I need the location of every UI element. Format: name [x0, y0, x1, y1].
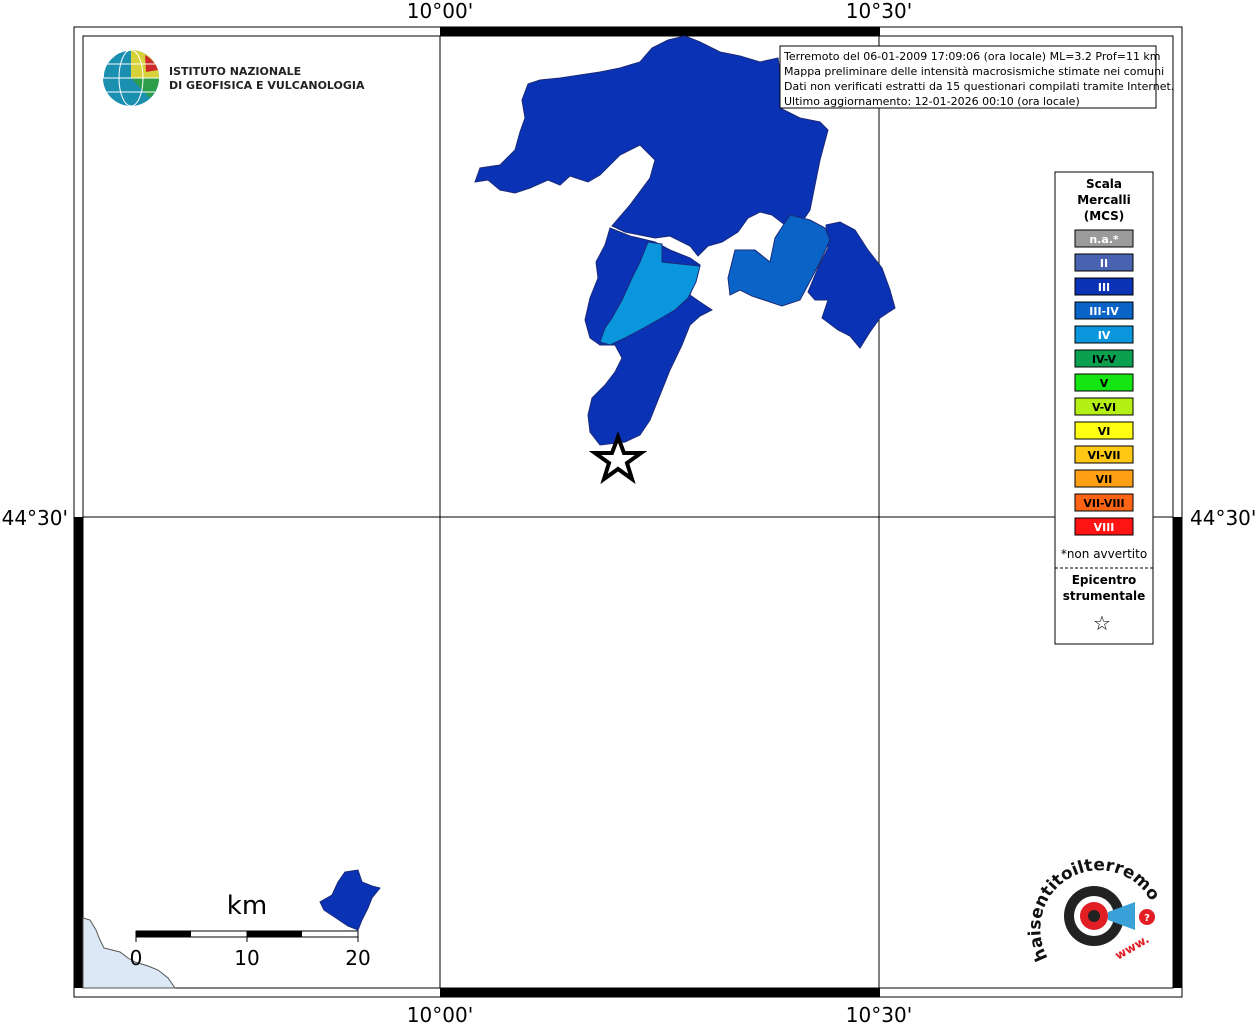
mcs-legend: Scala Mercalli (MCS) n.a.*IIIIIIII-IVIVI… — [1054, 171, 1154, 645]
legend-footnote: *non avvertito — [1061, 547, 1147, 561]
lat-label-right: 44°30' — [1190, 506, 1256, 530]
scale-bar-segment-3 — [247, 931, 302, 937]
legend-title-line2: Mercalli — [1077, 193, 1131, 207]
lon-label-top-right: 10°30' — [846, 0, 912, 23]
legend-swatch-label: n.a.* — [1089, 233, 1119, 246]
map-outer-frame — [73, 26, 1183, 998]
lon-label-bottom-left: 10°00' — [407, 1003, 473, 1024]
legend-swatch-label: VII — [1096, 473, 1113, 486]
legend-item: II — [1074, 253, 1134, 272]
legend-item: V-VI — [1074, 397, 1134, 416]
ingv-logo-line1: ISTITUTO NAZIONALE — [169, 65, 301, 78]
legend-swatch-label: VII-VIII — [1083, 497, 1124, 510]
legend-item: III — [1074, 277, 1134, 296]
frame-segment-left — [74, 517, 83, 988]
legend-swatch-label: V-VI — [1092, 401, 1116, 414]
legend-swatch-label: II — [1100, 257, 1108, 270]
legend-item: VIII — [1074, 517, 1134, 536]
legend-item: VI — [1074, 421, 1134, 440]
scale-tick-10: 10 — [234, 946, 259, 970]
scale-tick-20: 20 — [345, 946, 370, 970]
legend-item: VII-VIII — [1074, 493, 1134, 512]
frame-segment-bottom — [440, 988, 880, 997]
lon-label-bottom-right: 10°30' — [846, 1003, 912, 1024]
legend-epicenter-line2: strumentale — [1063, 589, 1146, 603]
legend-epicenter-line1: Epicentro — [1072, 573, 1137, 587]
legend-title-line1: Scala — [1086, 177, 1122, 191]
legend-item: III-IV — [1074, 301, 1134, 320]
scale-bar-segment-1 — [136, 931, 191, 937]
legend-item: IV-V — [1074, 349, 1134, 368]
legend-swatch-label: VI — [1098, 425, 1111, 438]
ingv-logo-line2: DI GEOFISICA E VULCANOLOGIA — [169, 79, 365, 92]
legend-swatch-label: VIII — [1094, 521, 1115, 534]
scale-tick-0: 0 — [130, 946, 143, 970]
legend-swatch-label: III-IV — [1089, 305, 1119, 318]
info-line-4: Ultimo aggiornamento: 12-01-2026 00:10 (… — [784, 95, 1080, 108]
info-line-2: Mappa preliminare delle intensità macros… — [784, 65, 1164, 78]
frame-segment-top — [440, 27, 880, 36]
legend-item: VII — [1074, 469, 1134, 488]
legend-epicenter-star-icon: ☆ — [1093, 611, 1111, 635]
lat-label-left: 44°30' — [2, 506, 68, 530]
info-line-3: Dati non verificati estratti da 15 quest… — [784, 80, 1174, 93]
intensity-map: 10°00' 10°30' 10°00' 10°30' 44°30' 44°30… — [0, 0, 1256, 1027]
legend-item: n.a.* — [1074, 229, 1134, 248]
legend-swatch-label: IV — [1098, 329, 1111, 342]
legend-item: VI-VII — [1074, 445, 1134, 464]
legend-swatch-label: IV-V — [1092, 353, 1117, 366]
frame-segment-right — [1173, 517, 1182, 988]
legend-swatch-label: III — [1098, 281, 1110, 294]
legend-swatch-label: V — [1100, 377, 1109, 390]
legend-swatch-label: VI-VII — [1087, 449, 1120, 462]
lon-label-top-left: 10°00' — [407, 0, 473, 23]
svg-text:?: ? — [1144, 913, 1150, 924]
legend-item: V — [1074, 373, 1134, 392]
info-box: Terremoto del 06-01-2009 17:09:06 (ora l… — [779, 45, 1174, 109]
legend-title-line3: (MCS) — [1084, 209, 1125, 223]
scale-bar-unit: km — [227, 891, 267, 921]
legend-item: IV — [1074, 325, 1134, 344]
info-line-1: Terremoto del 06-01-2009 17:09:06 (ora l… — [783, 50, 1161, 63]
